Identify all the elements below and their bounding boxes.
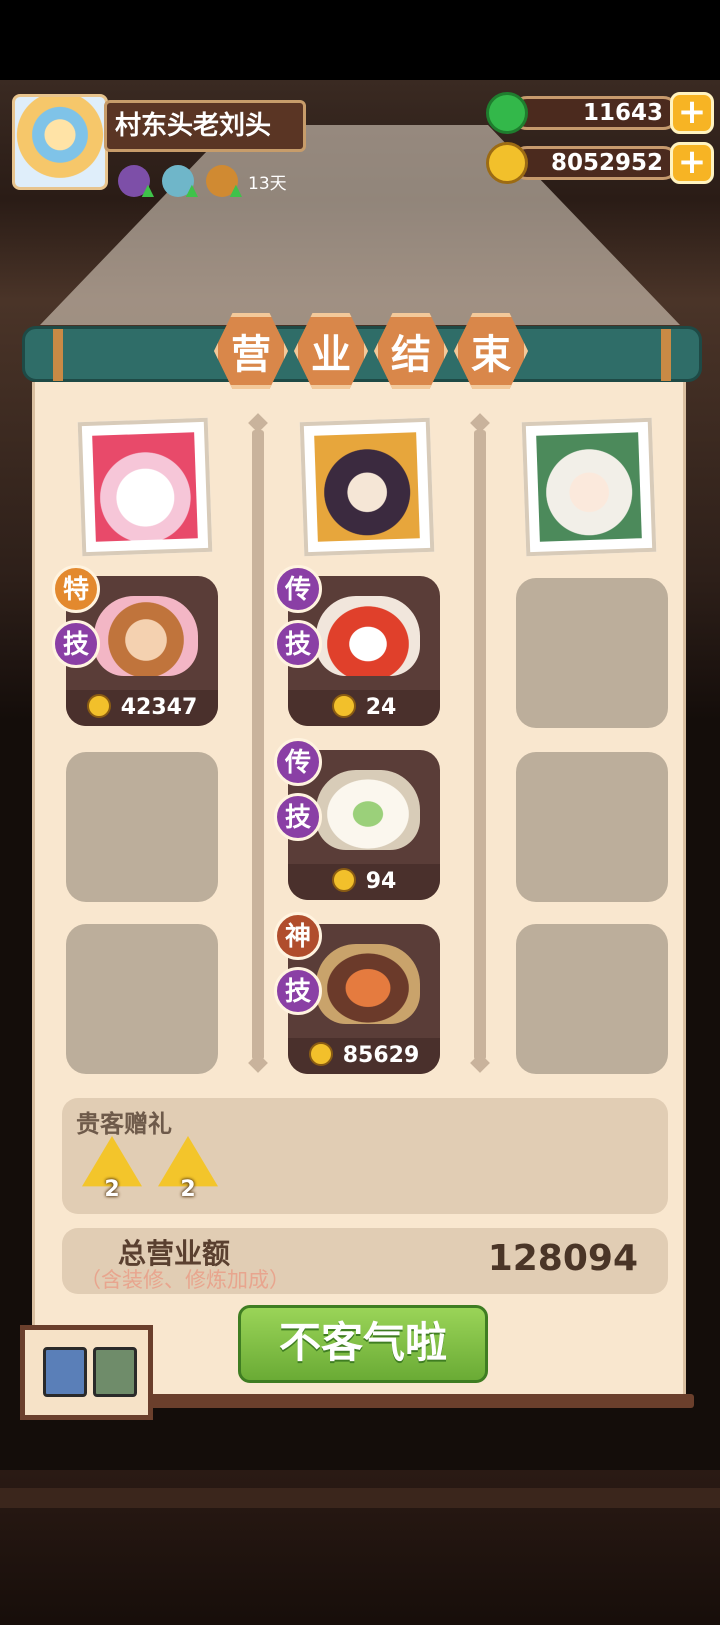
jade-amount: 11643 xyxy=(510,96,680,130)
customer-portrait-1 xyxy=(77,417,213,557)
dish-image xyxy=(316,770,420,850)
dish-image xyxy=(316,596,420,676)
dish-price: 94 xyxy=(288,864,440,900)
empty-dish-slot xyxy=(516,924,668,1074)
total-value: 128094 xyxy=(487,1238,638,1279)
bottom-floor xyxy=(0,1470,720,1625)
confirm-button[interactable]: 不客气啦 xyxy=(238,1305,488,1383)
add-coin-button[interactable]: + xyxy=(670,142,714,184)
jade-icon xyxy=(486,92,528,134)
coin-icon xyxy=(86,694,111,718)
title-char: 束 xyxy=(454,313,528,389)
skill-badge: 技 xyxy=(274,793,322,841)
coin-icon xyxy=(308,1042,333,1066)
coin-currency: 8052952 + xyxy=(486,142,714,184)
rarity-badge: 传 xyxy=(274,565,322,613)
customer-portrait-2 xyxy=(299,417,435,557)
side-toolbox xyxy=(20,1325,153,1420)
empty-dish-slot xyxy=(516,578,668,728)
customer-portrait-3 xyxy=(521,417,657,557)
skill-badge: 技 xyxy=(274,967,322,1015)
dish-image xyxy=(94,596,198,676)
title-char: 业 xyxy=(294,313,368,389)
empty-dish-slot xyxy=(66,752,218,902)
gift-item[interactable]: 2 xyxy=(82,1136,142,1202)
coin-icon xyxy=(331,694,356,718)
gift-count: 2 xyxy=(180,1177,196,1202)
add-jade-button[interactable]: + xyxy=(670,92,714,134)
player-name: 村东头老刘头 xyxy=(104,100,306,152)
gift-label: 贵客赠礼 xyxy=(76,1110,172,1138)
buff-potion-icon[interactable]: ▲ xyxy=(162,165,198,199)
jade-currency: 11643 + xyxy=(486,92,714,134)
dish-price: 42347 xyxy=(66,690,218,726)
column-divider xyxy=(252,430,264,1060)
buff-chef-icon[interactable]: ▲ xyxy=(118,165,154,199)
gift-count: 2 xyxy=(104,1177,120,1202)
dish-price: 24 xyxy=(288,690,440,726)
rarity-badge: 特 xyxy=(52,565,100,613)
dish-price: 85629 xyxy=(288,1038,440,1074)
buff-bar: ▲ ▲ ▲ 13天 xyxy=(118,164,287,199)
column-divider xyxy=(474,430,486,1060)
coin-icon xyxy=(331,868,356,892)
skill-badge: 技 xyxy=(274,620,322,668)
total-revenue-box: 总营业额 （含装修、修炼加成） 128094 xyxy=(62,1228,668,1294)
empty-dish-slot xyxy=(66,924,218,1074)
settings-icon[interactable] xyxy=(93,1347,137,1397)
gear-icon[interactable] xyxy=(43,1347,87,1397)
page-title: 营 业 结 束 xyxy=(214,313,528,389)
rarity-badge: 神 xyxy=(274,912,322,960)
guest-gift-box: 贵客赠礼 2 2 xyxy=(62,1098,668,1214)
title-char: 营 xyxy=(214,313,288,389)
player-avatar[interactable] xyxy=(12,94,108,190)
title-char: 结 xyxy=(374,313,448,389)
skill-badge: 技 xyxy=(52,620,100,668)
rarity-badge: 传 xyxy=(274,738,322,786)
gift-item[interactable]: 2 xyxy=(158,1136,218,1202)
buff-days: 13天 xyxy=(248,173,287,194)
coin-amount: 8052952 xyxy=(510,146,680,180)
total-note: （含装修、修炼加成） xyxy=(80,1268,290,1292)
empty-dish-slot xyxy=(516,752,668,902)
coin-icon xyxy=(486,142,528,184)
dish-image xyxy=(316,944,420,1024)
buff-key-icon[interactable]: ▲ xyxy=(206,165,242,199)
